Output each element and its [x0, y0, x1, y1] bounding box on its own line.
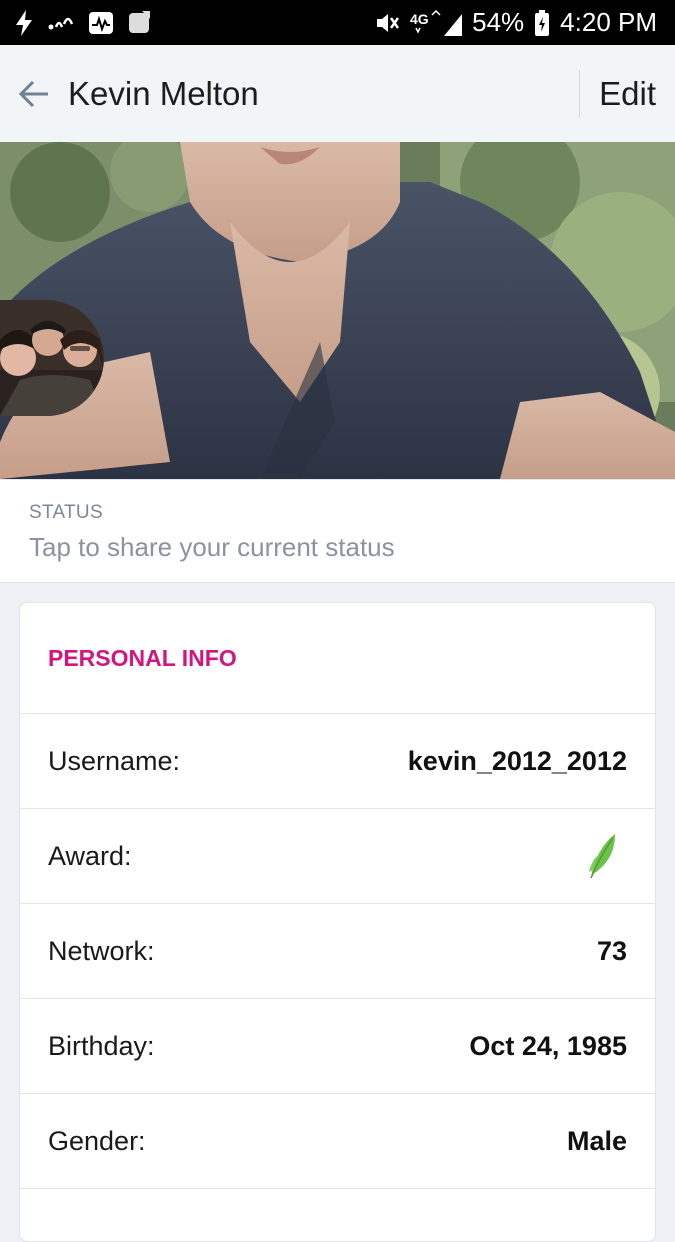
status-label: STATUS — [29, 502, 103, 523]
status-bar-left — [14, 9, 150, 36]
birthday-value: Oct 24, 1985 — [469, 1030, 627, 1061]
username-value: kevin_2012_2012 — [407, 745, 627, 776]
status-input-prompt[interactable]: Tap to share your current status — [29, 532, 675, 563]
gender-value: Male — [566, 1125, 627, 1156]
notification-app-icon — [128, 10, 150, 35]
personal-info-card: PERSONAL INFO Username: kevin_2012_2012 … — [19, 602, 656, 1242]
lte-signal-icon: 4G — [410, 9, 463, 36]
network-label: Network: — [48, 935, 155, 966]
status-bar-right: 4G 54% 4:20 PM — [374, 7, 657, 38]
clock: 4:20 PM — [560, 7, 657, 37]
status-section[interactable]: STATUS Tap to share your current status — [0, 479, 675, 583]
back-button[interactable] — [0, 45, 68, 142]
battery-percent: 54% — [472, 7, 525, 37]
info-row-award: Award: — [20, 809, 655, 904]
network-type-text: 4G — [410, 11, 429, 27]
arrow-left-icon — [18, 80, 48, 107]
info-row-network: Network: 73 — [20, 904, 655, 999]
personal-info-title: PERSONAL INFO — [20, 603, 655, 714]
app-header: Kevin Melton Edit — [0, 45, 675, 142]
leaf-icon[interactable] — [587, 832, 617, 880]
info-row-birthday: Birthday: Oct 24, 1985 — [20, 999, 655, 1094]
signal-waves-icon — [48, 15, 74, 31]
info-row-username: Username: kevin_2012_2012 — [20, 714, 655, 809]
username-label: Username: — [48, 745, 181, 776]
edit-button[interactable]: Edit — [580, 45, 675, 142]
cover-photo[interactable] — [0, 142, 675, 479]
page-title: Kevin Melton — [68, 74, 259, 112]
network-value: 73 — [596, 935, 627, 966]
birthday-label: Birthday: — [48, 1030, 155, 1061]
award-label: Award: — [48, 840, 132, 871]
battery-icon — [534, 9, 550, 36]
gender-label: Gender: — [48, 1125, 146, 1156]
status-bar: 4G 54% 4:20 PM — [0, 0, 675, 45]
pulse-icon — [88, 11, 114, 35]
info-row-gender: Gender: Male — [20, 1094, 655, 1189]
charging-icon — [14, 9, 34, 36]
mute-vibrate-icon — [374, 11, 400, 35]
